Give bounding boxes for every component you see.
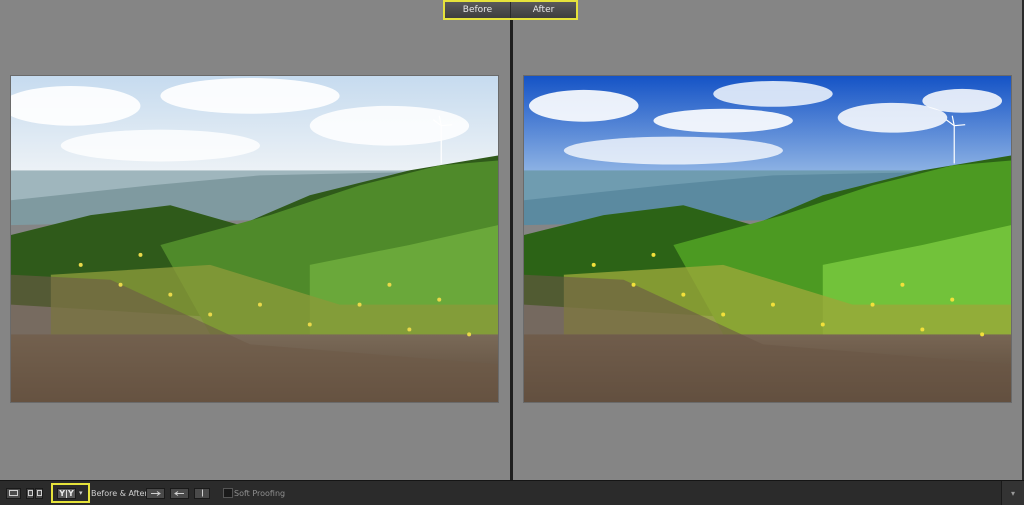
before-photo[interactable] [10, 75, 499, 403]
after-tab[interactable]: After [510, 2, 576, 18]
swap-before-after-button[interactable] [194, 487, 210, 499]
yy-view-button[interactable]: Y|Y [57, 487, 76, 499]
chevron-down-icon: ▾ [1010, 488, 1015, 498]
compare-view-icon[interactable] [26, 487, 34, 499]
soft-proofing-checkbox[interactable] [223, 488, 233, 498]
before-landscape-image [11, 76, 498, 402]
panel-divider[interactable] [510, 0, 513, 480]
chevron-down-icon[interactable]: ▾ [79, 489, 83, 497]
before-after-view-selector[interactable]: Y|Y ▾ [51, 483, 90, 503]
copy-after-to-before-button[interactable] [170, 487, 189, 499]
copy-before-to-after-button[interactable] [146, 487, 165, 499]
before-tab[interactable]: Before [445, 2, 510, 18]
loupe-view-icon[interactable] [6, 487, 21, 499]
before-after-label: Before & After : [91, 488, 153, 498]
bottom-toolbar: Y|Y ▾ Before & After : Soft Proofing ▾ [0, 480, 1024, 505]
survey-view-icon[interactable] [35, 487, 43, 499]
soft-proofing-label: Soft Proofing [234, 488, 286, 498]
toolbar-options-button[interactable]: ▾ [1001, 481, 1024, 505]
before-after-header: Before After [443, 0, 578, 20]
after-photo[interactable] [523, 75, 1012, 403]
after-landscape-image [524, 76, 1011, 402]
